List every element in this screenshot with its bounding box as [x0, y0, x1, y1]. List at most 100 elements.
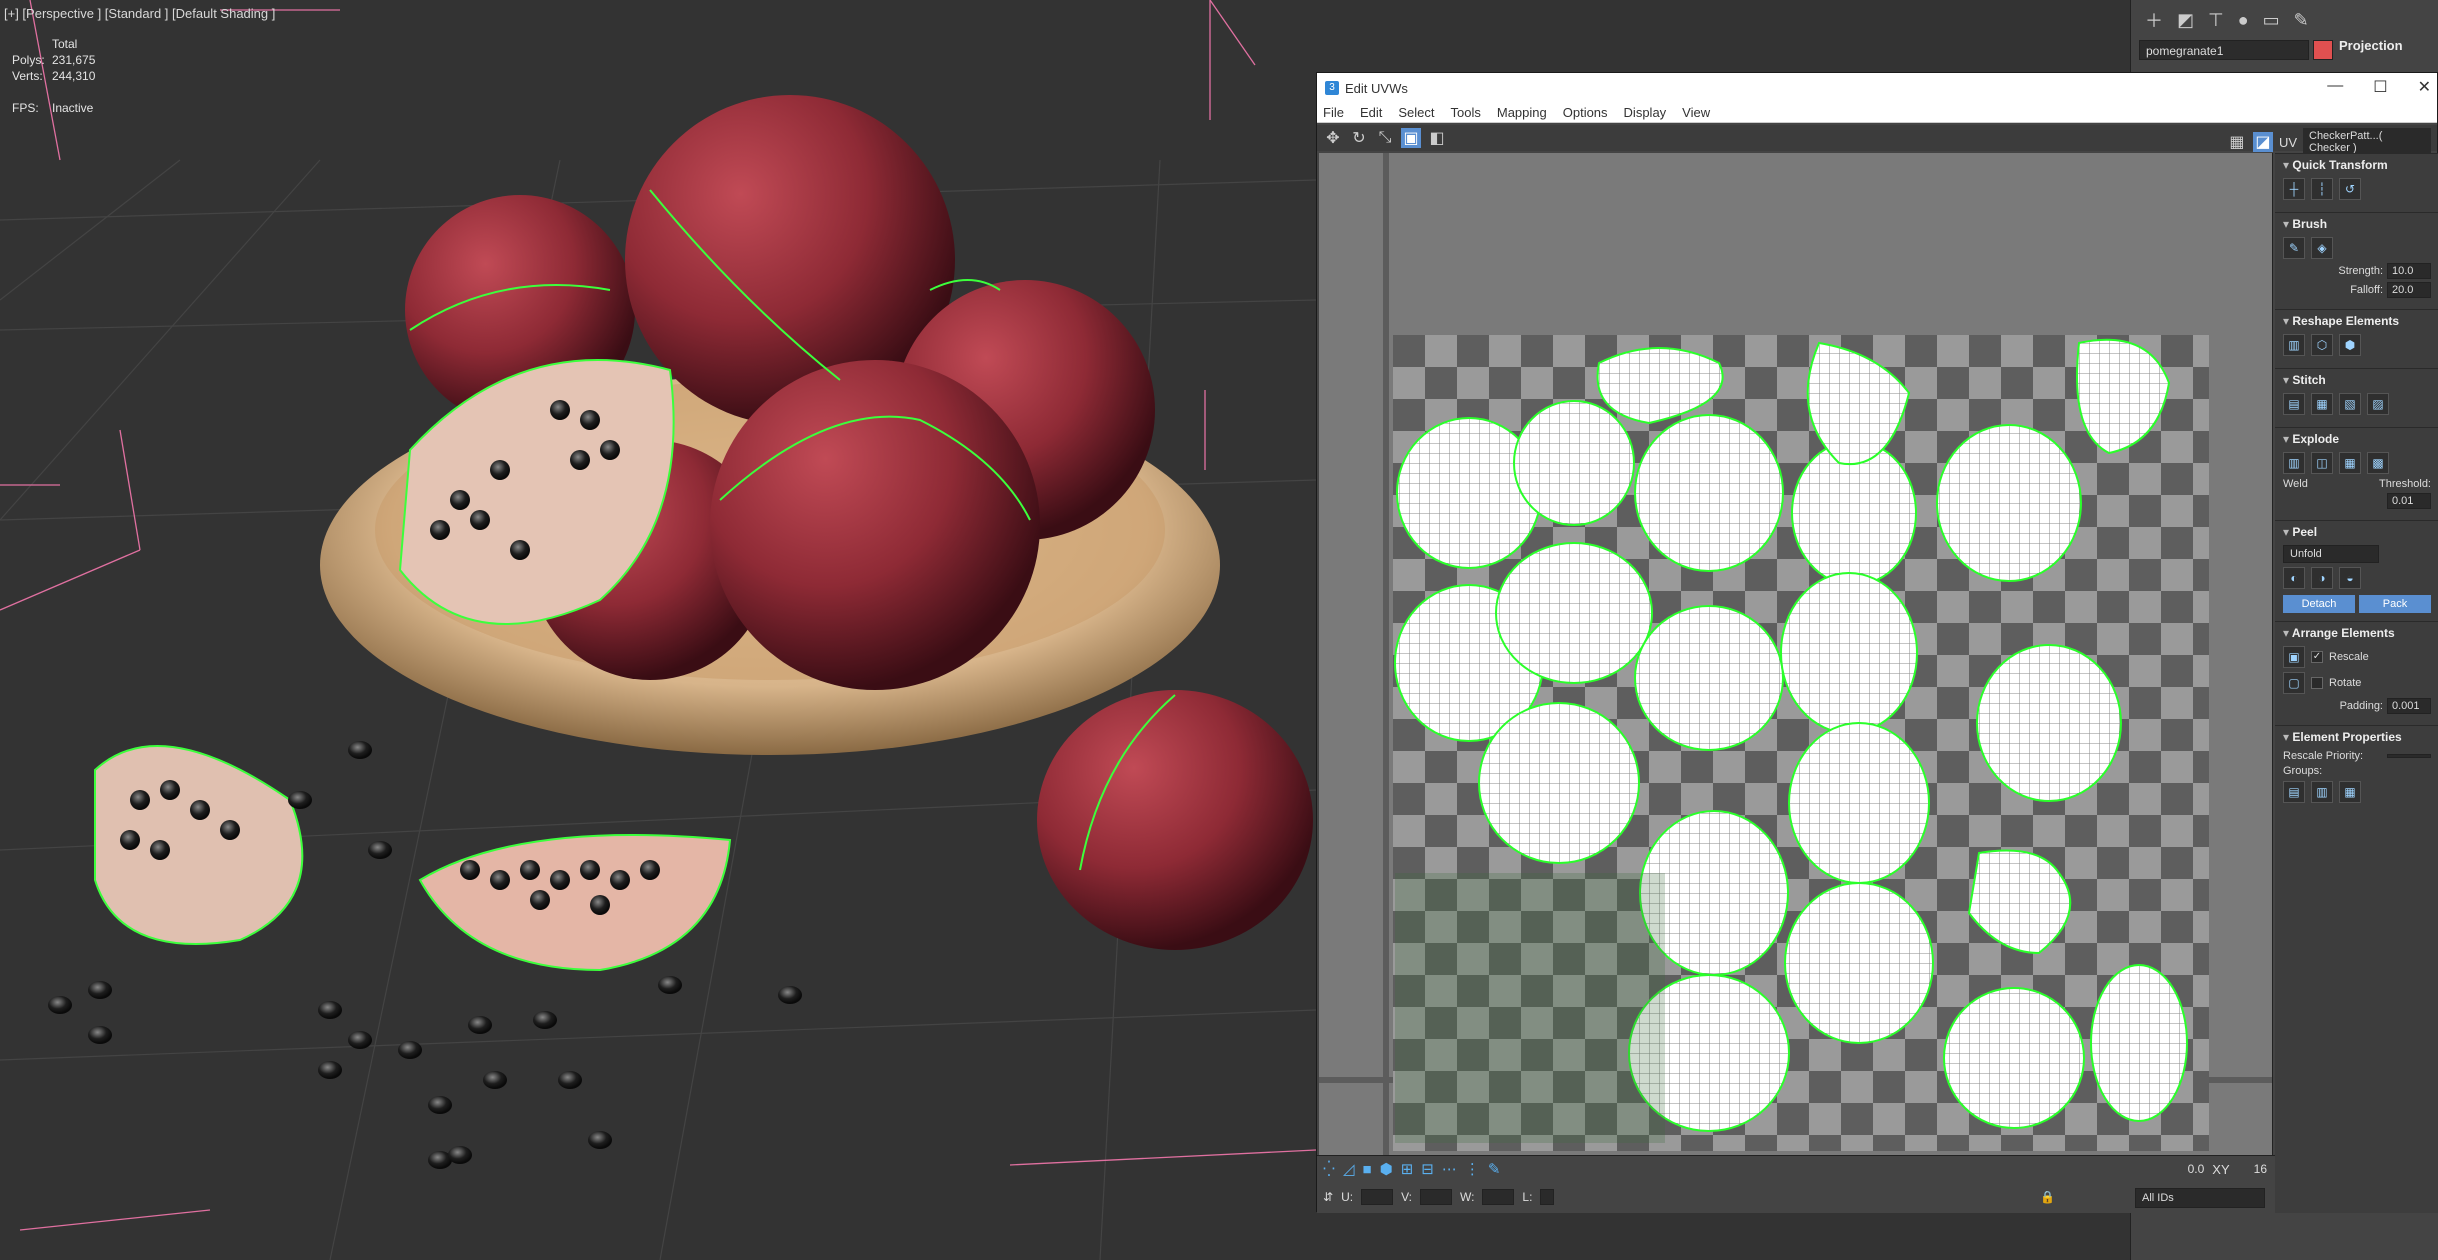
- quick-transform-title[interactable]: Quick Transform: [2283, 158, 2431, 172]
- select-element-icon[interactable]: ⬢: [1380, 1160, 1393, 1178]
- group-selected-icon[interactable]: ▤: [2283, 781, 2305, 803]
- lock-icon[interactable]: 🔒: [2040, 1190, 2055, 1204]
- padding-input[interactable]: 0.001: [2387, 698, 2431, 714]
- material-id-dropdown[interactable]: All IDs: [2135, 1188, 2265, 1208]
- pelt-map-icon[interactable]: ◑: [2311, 567, 2333, 589]
- l-checkbox[interactable]: [1540, 1189, 1555, 1205]
- peel-reset-icon[interactable]: ◒: [2339, 567, 2361, 589]
- stitch-target-icon[interactable]: ▧: [2339, 393, 2361, 415]
- motion-icon[interactable]: ●: [2238, 10, 2249, 31]
- move-icon[interactable]: ✥: [1323, 128, 1343, 148]
- element-properties-title[interactable]: Element Properties: [2283, 730, 2431, 744]
- arrange-group: Arrange Elements ▣ ✓ Rescale ▢ Rotate Paddi…: [2275, 621, 2438, 725]
- w-input[interactable]: [1482, 1189, 1515, 1205]
- stitch-title[interactable]: Stitch: [2283, 373, 2431, 387]
- freeform-icon[interactable]: ▣: [1401, 128, 1421, 148]
- menu-view[interactable]: View: [1682, 105, 1710, 120]
- scale-icon[interactable]: ⤡: [1375, 128, 1395, 148]
- brush-title[interactable]: Brush: [2283, 217, 2431, 231]
- loop-icon[interactable]: ⋯: [1442, 1160, 1457, 1178]
- mirror-icon[interactable]: ◧: [1427, 128, 1447, 148]
- display-icon[interactable]: ▭: [2263, 10, 2280, 31]
- shrink-selection-icon[interactable]: ⊟: [1421, 1160, 1434, 1178]
- ungroup-icon[interactable]: ▥: [2311, 781, 2333, 803]
- pack-custom-icon[interactable]: ▣: [2283, 646, 2305, 668]
- relax-brush-icon[interactable]: ◈: [2311, 237, 2333, 259]
- checker-toggle-icon[interactable]: ▦: [2227, 132, 2247, 152]
- select-edge-icon[interactable]: ◿: [1343, 1160, 1355, 1178]
- create-icon[interactable]: ＋: [2145, 7, 2163, 33]
- menu-tools[interactable]: Tools: [1451, 105, 1481, 120]
- menu-display[interactable]: Display: [1624, 105, 1667, 120]
- u-input[interactable]: [1361, 1189, 1394, 1205]
- select-face-icon[interactable]: ■: [1363, 1161, 1372, 1178]
- detach-edge-icon[interactable]: ◫: [2311, 452, 2333, 474]
- close-icon[interactable]: ✕: [2418, 77, 2431, 97]
- rescale-checkbox[interactable]: ✓: [2311, 651, 2323, 663]
- grow-selection-icon[interactable]: ⊞: [1401, 1160, 1414, 1178]
- v-input[interactable]: [1419, 1189, 1452, 1205]
- viewport-label[interactable]: [+] [Perspective ] [Standard ] [Default …: [4, 6, 275, 21]
- arrange-title[interactable]: Arrange Elements: [2283, 626, 2431, 640]
- menu-select[interactable]: Select: [1398, 105, 1434, 120]
- reshape-group: Reshape Elements ▥ ⬡ ⬢: [2275, 309, 2438, 368]
- utilities-icon[interactable]: ✎: [2294, 10, 2309, 31]
- flatten-normals-icon[interactable]: ▩: [2367, 452, 2389, 474]
- maximize-icon[interactable]: ☐: [2373, 77, 2387, 97]
- value-field[interactable]: 0.0: [2188, 1162, 2205, 1176]
- xy-toggle[interactable]: XY: [2212, 1162, 2229, 1177]
- quick-transform-group: Quick Transform ┼ ┆ ↺: [2275, 153, 2438, 212]
- rescale-priority-input[interactable]: [2387, 754, 2431, 758]
- threshold-input[interactable]: 0.01: [2387, 493, 2431, 509]
- relax-icon[interactable]: ⬡: [2311, 334, 2333, 356]
- uv-axis-label[interactable]: UV: [2279, 135, 2297, 150]
- strength-input[interactable]: 10.0: [2387, 263, 2431, 279]
- straighten-icon[interactable]: ▥: [2283, 334, 2305, 356]
- menu-mapping[interactable]: Mapping: [1497, 105, 1547, 120]
- paint-brush-icon[interactable]: ✎: [2283, 237, 2305, 259]
- detach-button[interactable]: Detach: [2283, 595, 2355, 613]
- object-color-swatch[interactable]: [2313, 40, 2333, 60]
- align-vertical-icon[interactable]: ┆: [2311, 178, 2333, 200]
- modify-icon[interactable]: ◩: [2177, 10, 2194, 31]
- stitch-average-icon[interactable]: ▦: [2311, 393, 2333, 415]
- break-icon[interactable]: ▥: [2283, 452, 2305, 474]
- uv-editor-canvas[interactable]: [1319, 153, 2273, 1155]
- relax-settings-icon[interactable]: ⬢: [2339, 334, 2361, 356]
- peel-title[interactable]: Peel: [2283, 525, 2431, 539]
- grid-size-field[interactable]: 16: [2254, 1162, 2267, 1176]
- flatten-icon[interactable]: ▦: [2339, 452, 2361, 474]
- stitch-custom-icon[interactable]: ▨: [2367, 393, 2389, 415]
- pack-together-icon[interactable]: ▢: [2283, 672, 2305, 694]
- absolute-offset-icon[interactable]: ⇵: [1323, 1190, 1333, 1204]
- menu-options[interactable]: Options: [1563, 105, 1608, 120]
- rotate-icon[interactable]: ↻: [1349, 128, 1369, 148]
- rotate-90-icon[interactable]: ↺: [2339, 178, 2361, 200]
- quick-peel-icon[interactable]: ◐: [2283, 567, 2305, 589]
- stitch-source-icon[interactable]: ▤: [2283, 393, 2305, 415]
- minimize-icon[interactable]: —: [2327, 77, 2343, 97]
- peel-mode-dropdown[interactable]: Unfold: [2283, 545, 2379, 563]
- rotate-checkbox[interactable]: [2311, 677, 2323, 689]
- rescale-label: Rescale: [2329, 651, 2369, 663]
- paint-select-icon[interactable]: ✎: [1488, 1160, 1501, 1178]
- window-titlebar[interactable]: 3 Edit UVWs — ☐ ✕: [1317, 73, 2437, 103]
- hierarchy-icon[interactable]: ⊤: [2208, 10, 2224, 31]
- align-horizontal-icon[interactable]: ┼: [2283, 178, 2305, 200]
- app-root: [+] [Perspective ] [Standard ] [Default …: [0, 0, 2438, 1260]
- menu-file[interactable]: File: [1323, 105, 1344, 120]
- pack-button[interactable]: Pack: [2359, 595, 2431, 613]
- ring-icon[interactable]: ⋮: [1465, 1160, 1480, 1178]
- object-name-field[interactable]: pomegranate1: [2139, 40, 2309, 60]
- groups-label: Groups:: [2283, 765, 2323, 777]
- explode-title[interactable]: Explode: [2283, 432, 2431, 446]
- show-map-icon[interactable]: ◪: [2252, 132, 2273, 152]
- menu-edit[interactable]: Edit: [1360, 105, 1382, 120]
- peel-group: Peel Unfold ◐ ◑ ◒ Detach Pack: [2275, 520, 2438, 621]
- reshape-title[interactable]: Reshape Elements: [2283, 314, 2431, 328]
- texture-dropdown[interactable]: CheckerPatt...( Checker ): [2303, 128, 2431, 156]
- falloff-input[interactable]: 20.0: [2387, 282, 2431, 298]
- projection-rollout-title[interactable]: Projection: [2339, 38, 2403, 53]
- select-group-icon[interactable]: ▦: [2339, 781, 2361, 803]
- select-vertex-icon[interactable]: ⁛: [1323, 1160, 1335, 1178]
